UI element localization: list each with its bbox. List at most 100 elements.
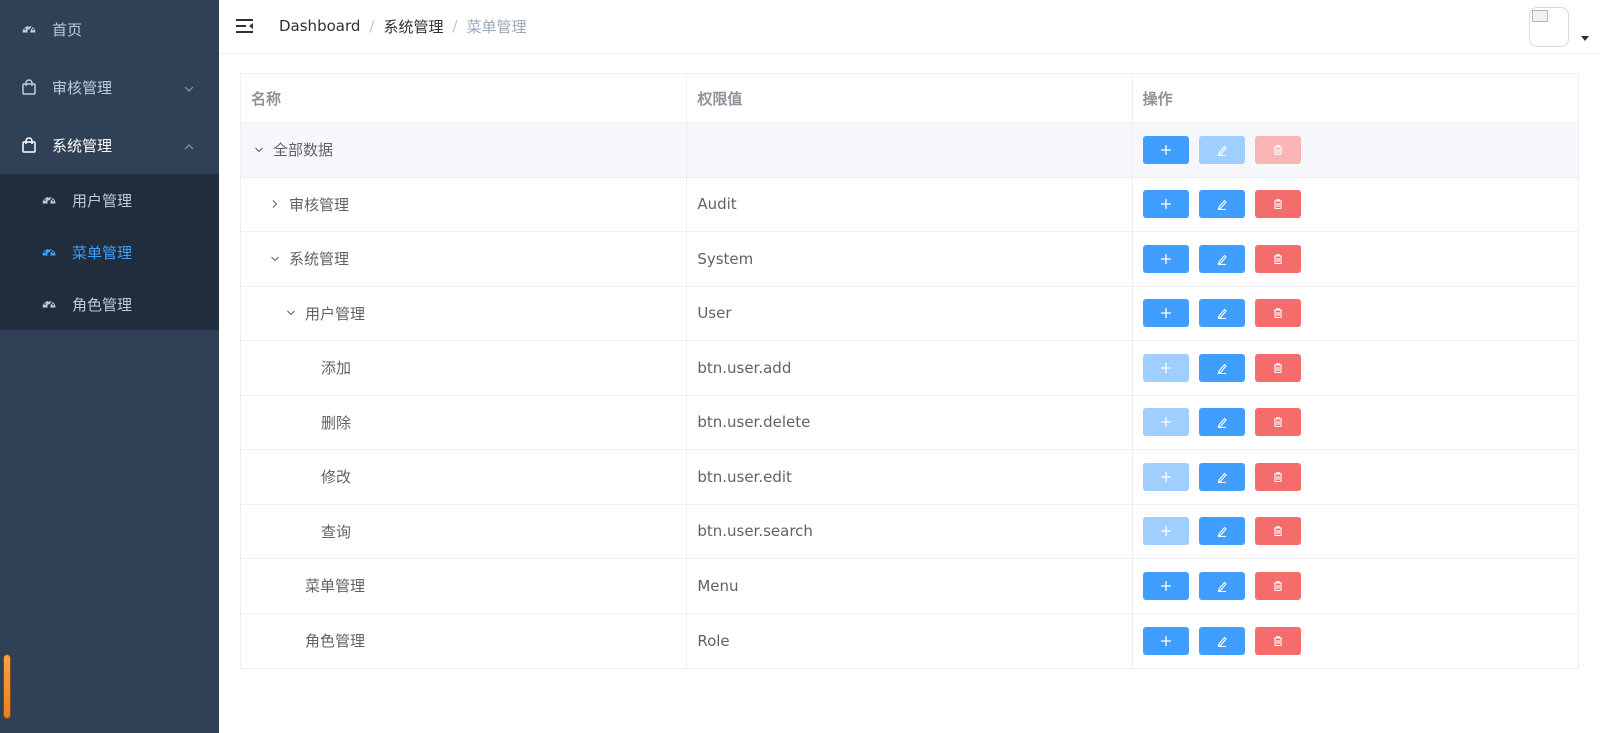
sidebar-item-role-management[interactable]: 角色管理 xyxy=(0,278,219,330)
dashboard-icon xyxy=(40,243,58,261)
add-button[interactable] xyxy=(1142,571,1189,600)
edit-button[interactable] xyxy=(1198,190,1245,219)
table-row: 角色管理 Role xyxy=(241,613,1578,668)
add-button[interactable] xyxy=(1142,353,1189,382)
bag-icon xyxy=(20,136,38,154)
permission-value-cell: btn.user.edit xyxy=(687,450,1133,504)
chevron-down-icon[interactable] xyxy=(283,305,299,321)
table-row: 审核管理 Audit xyxy=(241,177,1578,232)
trash-icon xyxy=(1272,307,1284,319)
sidebar-item-audit[interactable]: 审核管理 xyxy=(0,58,219,116)
breadcrumb: Dashboard / 系统管理 / 菜单管理 xyxy=(279,0,527,52)
chevron-down-icon[interactable] xyxy=(267,251,283,267)
delete-button[interactable] xyxy=(1254,571,1301,600)
edit-button[interactable] xyxy=(1198,462,1245,491)
edit-button[interactable] xyxy=(1198,408,1245,437)
sidebar-submenu-system: 用户管理 菜单管理 角色管理 xyxy=(0,174,219,330)
avatar[interactable] xyxy=(1529,7,1569,47)
chevron-down-icon xyxy=(183,81,195,93)
trash-icon xyxy=(1272,635,1284,647)
delete-button[interactable] xyxy=(1254,190,1301,219)
column-header: 操作 xyxy=(1142,89,1173,108)
pencil-icon xyxy=(1216,253,1228,265)
edit-button[interactable] xyxy=(1198,135,1245,164)
pencil-icon xyxy=(1216,635,1228,647)
breadcrumb-separator: / xyxy=(452,17,458,35)
add-button[interactable] xyxy=(1142,135,1189,164)
add-button[interactable] xyxy=(1142,408,1189,437)
sidebar-item-home[interactable]: 首页 xyxy=(0,0,219,58)
chevron-up-icon xyxy=(183,139,195,151)
table-row: 菜单管理 Menu xyxy=(241,559,1578,614)
breadcrumb-separator: / xyxy=(369,17,375,35)
edit-button[interactable] xyxy=(1198,244,1245,273)
sidebar-item-menu-management[interactable]: 菜单管理 xyxy=(0,226,219,278)
actions-cell xyxy=(1133,396,1578,450)
column-header: 权限值 xyxy=(687,74,1133,122)
plus-icon xyxy=(1160,471,1172,483)
permission-value-cell: User xyxy=(687,286,1133,340)
dashboard-icon xyxy=(20,20,38,38)
actions-cell xyxy=(1133,178,1578,232)
row-name: 审核管理 xyxy=(289,195,350,214)
add-button[interactable] xyxy=(1142,299,1189,328)
delete-button[interactable] xyxy=(1254,244,1301,273)
pencil-icon xyxy=(1216,525,1228,538)
sidebar-item-system[interactable]: 系统管理 xyxy=(0,116,219,174)
pencil-icon xyxy=(1216,144,1228,156)
delete-button[interactable] xyxy=(1254,462,1301,491)
row-name: 用户管理 xyxy=(305,304,366,323)
add-button[interactable] xyxy=(1142,626,1189,655)
add-button[interactable] xyxy=(1142,244,1189,273)
sidebar-item-label: 菜单管理 xyxy=(72,243,133,262)
edit-button[interactable] xyxy=(1198,299,1245,328)
pencil-icon xyxy=(1216,471,1228,483)
edit-button[interactable] xyxy=(1198,517,1245,546)
row-name: 添加 xyxy=(321,359,352,378)
delete-button[interactable] xyxy=(1254,299,1301,328)
delete-button[interactable] xyxy=(1254,135,1301,164)
edit-button[interactable] xyxy=(1198,626,1245,655)
hamburger-icon[interactable] xyxy=(236,17,254,35)
dashboard-icon xyxy=(40,295,58,313)
chevron-right-icon[interactable] xyxy=(267,196,283,212)
row-name: 角色管理 xyxy=(305,632,366,651)
chevron-down-icon[interactable] xyxy=(251,142,267,158)
trash-icon xyxy=(1272,362,1284,374)
bag-icon xyxy=(20,78,38,96)
sidebar-item-user-management[interactable]: 用户管理 xyxy=(0,174,219,226)
broken-image-icon xyxy=(1532,10,1548,22)
caret-down-icon[interactable] xyxy=(1581,36,1589,41)
edit-button[interactable] xyxy=(1198,353,1245,382)
breadcrumb-current: 菜单管理 xyxy=(466,17,527,36)
delete-button[interactable] xyxy=(1254,517,1301,546)
permission-value-cell: btn.user.add xyxy=(687,341,1133,395)
menu-tree-table: 名称 权限值 操作 全部数据 审核管理 Audit 系统管理 System 用户管理 User 添加… xyxy=(240,73,1579,669)
actions-cell xyxy=(1133,123,1578,177)
delete-button[interactable] xyxy=(1254,353,1301,382)
permission-value-cell: System xyxy=(687,232,1133,286)
delete-button[interactable] xyxy=(1254,626,1301,655)
add-button[interactable] xyxy=(1142,462,1189,491)
trash-icon xyxy=(1272,525,1284,537)
breadcrumb-dashboard[interactable]: Dashboard xyxy=(279,17,360,35)
add-button[interactable] xyxy=(1142,517,1189,546)
sidebar-scrollbar[interactable] xyxy=(3,654,11,719)
delete-button[interactable] xyxy=(1254,408,1301,437)
table-row: 查询 btn.user.search xyxy=(241,504,1578,559)
row-name: 删除 xyxy=(321,413,352,432)
plus-icon xyxy=(1160,580,1172,592)
edit-button[interactable] xyxy=(1198,571,1245,600)
permission-value-cell: btn.user.delete xyxy=(687,395,1133,449)
pencil-icon xyxy=(1216,198,1228,211)
row-name: 全部数据 xyxy=(273,141,334,160)
sidebar-item-label: 首页 xyxy=(52,20,83,39)
app-root: 首页 审核管理 系统管理 用户管理 菜单管理 角色管理 Dashboard / … xyxy=(0,0,1600,733)
name-cell: 全部数据 xyxy=(241,123,688,177)
add-button[interactable] xyxy=(1142,190,1189,219)
sidebar-item-label: 用户管理 xyxy=(72,191,133,210)
pencil-icon xyxy=(1216,580,1228,592)
table-row: 删除 btn.user.delete xyxy=(241,395,1578,450)
